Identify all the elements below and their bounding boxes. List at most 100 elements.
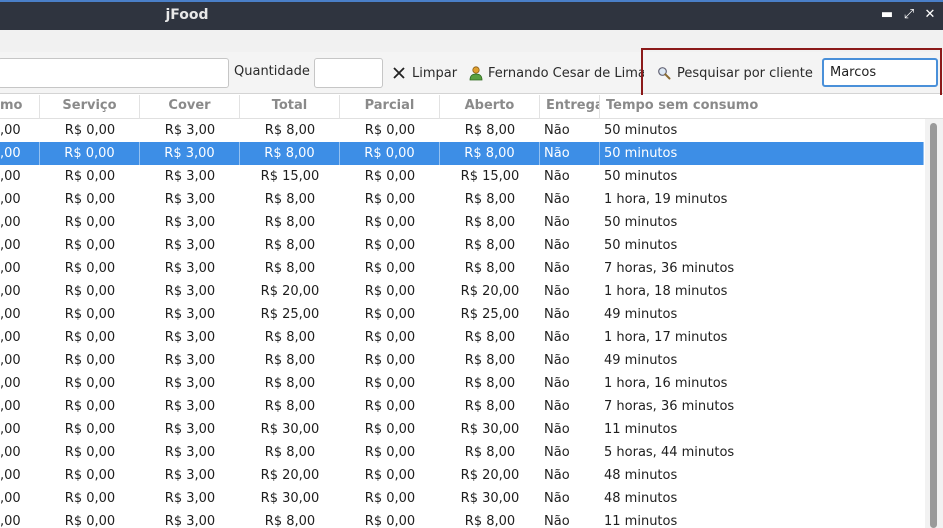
column-header[interactable]: Parcial: [340, 95, 440, 119]
table-row[interactable]: ,00 R$ 0,00 R$ 3,00 R$ 20,00 R$ 0,00 R$ 20,00…: [0, 280, 924, 303]
user-button[interactable]: Fernando Cesar de Lima: [468, 62, 644, 84]
table-cell: ,00: [0, 261, 21, 276]
table-cell: R$ 8,00: [264, 215, 316, 230]
table-cell: R$ 8,00: [464, 330, 516, 345]
search-by-client-label: Pesquisar por cliente: [677, 65, 813, 81]
table-row[interactable]: ,00 R$ 0,00 R$ 3,00 R$ 8,00 R$ 0,00 R$ 8,00 Nã…: [0, 510, 924, 528]
table-cell: R$ 8,00: [464, 261, 516, 276]
table-cell: R$ 0,00: [364, 192, 416, 207]
table-row[interactable]: ,00 R$ 0,00 R$ 3,00 R$ 8,00 R$ 0,00 R$ 8,00 Nã…: [0, 326, 924, 349]
table-row[interactable]: ,00 R$ 0,00 R$ 3,00 R$ 8,00 R$ 0,00 R$ 8,00 Nã…: [0, 257, 924, 280]
table-row[interactable]: ,00 R$ 0,00 R$ 3,00 R$ 8,00 R$ 0,00 R$ 8,00 Nã…: [0, 234, 924, 257]
table-row[interactable]: ,00 R$ 0,00 R$ 3,00 R$ 20,00 R$ 0,00 R$ 20,00…: [0, 464, 924, 487]
orders-table: mo Serviço Cover Total Parcial Aberto En…: [0, 95, 943, 528]
column-header[interactable]: Serviço: [40, 95, 140, 119]
table-row[interactable]: ,00 R$ 0,00 R$ 3,00 R$ 8,00 R$ 0,00 R$ 8,00 Nã…: [0, 441, 924, 464]
table-cell: R$ 0,00: [64, 353, 116, 368]
quantity-label: Quantidade: [234, 64, 310, 79]
table-row[interactable]: ,00 R$ 0,00 R$ 3,00 R$ 8,00 R$ 0,00 R$ 8,00 Nã…: [0, 395, 924, 418]
table-row[interactable]: ,00 R$ 0,00 R$ 3,00 R$ 15,00 R$ 0,00 R$ 15,00…: [0, 165, 924, 188]
table-cell: R$ 20,00: [260, 284, 320, 299]
quantity-input[interactable]: [314, 58, 383, 88]
table-cell: R$ 30,00: [460, 491, 520, 506]
table-row[interactable]: ,00 R$ 0,00 R$ 3,00 R$ 8,00 R$ 0,00 R$ 8,00 Nã…: [0, 372, 924, 395]
clear-button-label: Limpar: [412, 65, 458, 81]
column-header[interactable]: mo: [0, 95, 40, 119]
table-cell: R$ 3,00: [164, 123, 216, 138]
table-cell: R$ 8,00: [464, 353, 516, 368]
table-cell: R$ 3,00: [164, 169, 216, 184]
table-cell: R$ 8,00: [264, 261, 316, 276]
column-header[interactable]: Tempo sem consumo: [600, 95, 943, 119]
table-cell: R$ 8,00: [464, 376, 516, 391]
table-cell: R$ 30,00: [460, 422, 520, 437]
scrollbar-thumb[interactable]: [930, 123, 937, 528]
table-cell: R$ 0,00: [340, 142, 440, 165]
table-row[interactable]: ,00 R$ 0,00 R$ 3,00 R$ 8,00 R$ 0,00 R$ 8,00 Nã…: [0, 119, 924, 142]
table-cell: R$ 0,00: [364, 422, 416, 437]
column-header[interactable]: Total: [240, 95, 340, 119]
close-window-icon[interactable]: ✕: [922, 6, 938, 24]
product-search-input[interactable]: [0, 58, 229, 88]
menu-bar: [0, 30, 943, 52]
table-cell: R$ 3,00: [164, 330, 216, 345]
table-cell: R$ 3,00: [164, 445, 216, 460]
table-cell: R$ 8,00: [240, 142, 340, 165]
magnifier-icon: [655, 64, 673, 82]
table-row[interactable]: ,00 R$ 0,00 R$ 3,00 R$ 8,00 R$ 0,00 R$ 8,00 Nã…: [0, 211, 924, 234]
table-cell: Não: [544, 422, 570, 437]
table-cell: ,00: [0, 142, 40, 165]
maximize-icon[interactable]: ⤢: [901, 6, 917, 24]
table-cell: R$ 8,00: [464, 192, 516, 207]
minimize-icon[interactable]: ▬: [879, 6, 895, 24]
table-cell: ,00: [0, 353, 21, 368]
column-header[interactable]: Entrega: [540, 95, 600, 119]
user-button-label: Fernando Cesar de Lima: [488, 65, 644, 81]
table-cell: R$ 20,00: [460, 468, 520, 483]
table-cell: R$ 8,00: [264, 445, 316, 460]
table-cell: 50 minutos: [604, 238, 678, 253]
table-row[interactable]: ,00 R$ 0,00 R$ 3,00 R$ 25,00 R$ 0,00 R$ 25,00…: [0, 303, 924, 326]
table-cell: R$ 0,00: [64, 376, 116, 391]
table-cell: R$ 0,00: [64, 123, 116, 138]
table-row[interactable]: ,00 R$ 0,00 R$ 3,00 R$ 8,00 R$ 0,00 R$ 8,00 Nã…: [0, 142, 924, 165]
window-titlebar: jFood ▬ ⤢ ✕: [0, 0, 943, 30]
table-cell: 7 horas, 36 minutos: [604, 261, 735, 276]
table-cell: ,00: [0, 307, 21, 322]
table-cell: ,00: [0, 169, 21, 184]
table-cell: Não: [544, 123, 570, 138]
client-search-input[interactable]: [822, 58, 938, 87]
table-cell: R$ 3,00: [164, 376, 216, 391]
table-row[interactable]: ,00 R$ 0,00 R$ 3,00 R$ 8,00 R$ 0,00 R$ 8,00 Nã…: [0, 188, 924, 211]
table-header: mo Serviço Cover Total Parcial Aberto En…: [0, 95, 943, 119]
clear-button[interactable]: Limpar: [390, 62, 457, 84]
table-cell: R$ 0,00: [64, 514, 116, 528]
table-row[interactable]: ,00 R$ 0,00 R$ 3,00 R$ 30,00 R$ 0,00 R$ 30,00…: [0, 487, 924, 510]
vertical-scrollbar[interactable]: [925, 119, 943, 528]
table-cell: R$ 0,00: [364, 261, 416, 276]
column-header[interactable]: Aberto: [440, 95, 540, 119]
table-cell: Não: [544, 514, 570, 528]
table-cell: R$ 0,00: [364, 169, 416, 184]
table-row[interactable]: ,00 R$ 0,00 R$ 3,00 R$ 30,00 R$ 0,00 R$ 30,00…: [0, 418, 924, 441]
table-cell: R$ 0,00: [64, 307, 116, 322]
table-cell: Não: [544, 353, 570, 368]
table-cell: R$ 15,00: [260, 169, 320, 184]
table-cell: R$ 30,00: [260, 422, 320, 437]
table-cell: R$ 0,00: [64, 330, 116, 345]
table-row[interactable]: ,00 R$ 0,00 R$ 3,00 R$ 8,00 R$ 0,00 R$ 8,00 Nã…: [0, 349, 924, 372]
table-cell: R$ 8,00: [464, 399, 516, 414]
table-cell: R$ 0,00: [64, 238, 116, 253]
column-header[interactable]: Cover: [140, 95, 240, 119]
table-cell: R$ 8,00: [464, 514, 516, 528]
table-cell: R$ 0,00: [64, 468, 116, 483]
table-cell: 50 minutos: [604, 123, 678, 138]
search-by-client-button[interactable]: Pesquisar por cliente: [655, 62, 813, 84]
table-cell: 1 hora, 19 minutos: [604, 192, 728, 207]
table-cell: R$ 8,00: [264, 376, 316, 391]
toolbar: Quantidade Limpar Fernando Cesar de Lima…: [0, 52, 943, 94]
table-cell: 1 hora, 16 minutos: [604, 376, 728, 391]
table-cell: R$ 3,00: [164, 215, 216, 230]
table-cell: R$ 8,00: [464, 123, 516, 138]
window-title: jFood: [165, 7, 209, 23]
